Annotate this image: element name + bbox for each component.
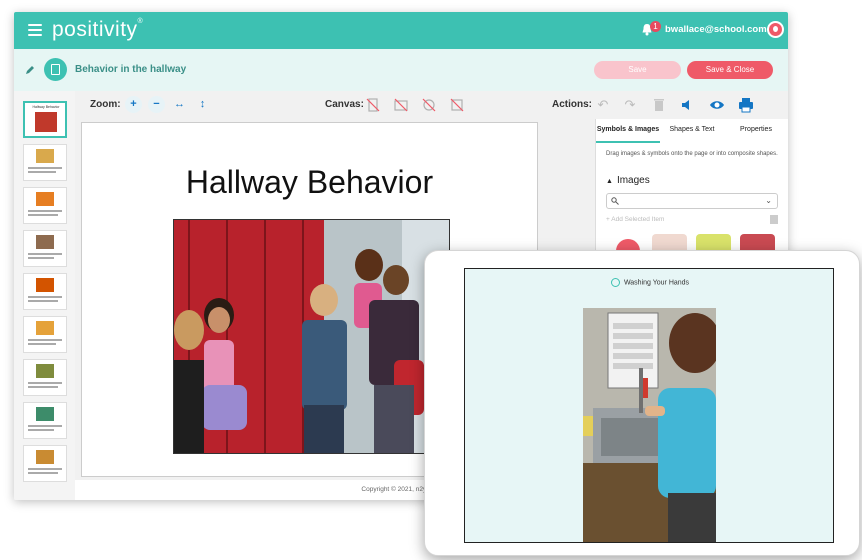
tablet-screen: Washing Your Hands — [464, 268, 834, 543]
tablet-page-title: Washing Your Hands — [465, 278, 833, 287]
tab-symbols-images[interactable]: Symbols & Images — [596, 119, 660, 143]
preview-icon[interactable] — [709, 97, 725, 113]
canvas-portrait-icon[interactable] — [366, 98, 380, 112]
user-email[interactable]: bwallace@school.com — [665, 24, 767, 35]
page-thumbnail-5[interactable] — [23, 273, 67, 310]
panel-hint: Drag images & symbols onto the page or i… — [606, 151, 778, 157]
zoom-label: Zoom: — [90, 99, 121, 110]
zoom-out-icon[interactable]: − — [148, 96, 165, 113]
page-thumbnail-8[interactable] — [23, 402, 67, 439]
hallway-photo-image — [174, 220, 449, 453]
document-title[interactable]: Behavior in the hallway — [75, 64, 186, 75]
editor-toolbar: Zoom: + − ↔ ↕ Canvas: Actions: ↶ ↷ — [75, 91, 788, 120]
redo-icon[interactable]: ↷ — [622, 97, 638, 113]
print-icon[interactable] — [738, 97, 754, 113]
audio-icon[interactable] — [679, 97, 695, 113]
images-label-text: Images — [616, 175, 650, 186]
logo-text: positivity — [52, 18, 138, 41]
canvas-label: Canvas: — [325, 99, 364, 110]
hallway-photo[interactable] — [173, 219, 450, 454]
thumb-title: Hallway Behavior — [32, 105, 60, 109]
canvas-rotate-icon[interactable] — [422, 98, 436, 112]
slide-title[interactable]: Hallway Behavior — [82, 164, 537, 201]
fit-height-icon[interactable]: ↕ — [194, 96, 211, 113]
clock-icon — [610, 278, 620, 287]
document-bar: Behavior in the hallway Save Save & Clos… — [14, 49, 788, 92]
page-thumbnail-4[interactable] — [23, 230, 67, 267]
pencil-icon[interactable] — [25, 65, 35, 75]
actions-label: Actions: — [552, 99, 592, 110]
fit-width-icon[interactable]: ↔ — [171, 96, 188, 113]
washing-hands-photo[interactable] — [583, 308, 716, 542]
images-section-label[interactable]: ▲ Images — [606, 175, 650, 186]
trash-icon[interactable] — [770, 215, 778, 224]
delete-icon[interactable] — [651, 97, 667, 113]
add-selected-item[interactable]: + Add Selected Item — [606, 216, 664, 223]
notification-badge: 1 — [650, 21, 661, 32]
page-thumbnail-6[interactable] — [23, 316, 67, 353]
tab-shapes-text[interactable]: Shapes & Text — [660, 119, 724, 141]
top-bar: positivity® 1 bwallace@school.com — [14, 12, 788, 49]
page-thumbnail-3[interactable] — [23, 187, 67, 224]
zoom-in-icon[interactable]: + — [125, 96, 142, 113]
page-thumbnail-1[interactable]: Hallway Behavior — [23, 101, 67, 138]
chevron-down-icon[interactable]: ⌄ — [765, 196, 772, 205]
page-thumbnail-2[interactable] — [23, 144, 67, 181]
user-avatar[interactable] — [767, 21, 784, 38]
save-button[interactable]: Save — [594, 61, 681, 79]
canvas-clear-icon[interactable] — [450, 98, 464, 112]
document-icon — [44, 58, 67, 81]
page-thumbnail-7[interactable] — [23, 359, 67, 396]
tablet-title-text: Washing Your Hands — [623, 279, 690, 287]
page-thumbnail-9[interactable] — [23, 445, 67, 482]
tablet-device: Washing Your Hands — [424, 250, 860, 556]
page-thumbnails: Hallway Behavior — [14, 91, 76, 500]
washing-hands-image — [583, 308, 716, 542]
search-icon — [611, 197, 619, 205]
hamburger-menu-icon[interactable] — [28, 24, 42, 36]
save-close-button[interactable]: Save & Close — [687, 61, 773, 79]
app-logo[interactable]: positivity® — [52, 18, 143, 42]
image-search-input[interactable]: ⌄ — [606, 193, 778, 209]
canvas-landscape-icon[interactable] — [394, 98, 408, 112]
undo-icon[interactable]: ↶ — [595, 97, 611, 113]
tab-properties[interactable]: Properties — [724, 119, 788, 141]
